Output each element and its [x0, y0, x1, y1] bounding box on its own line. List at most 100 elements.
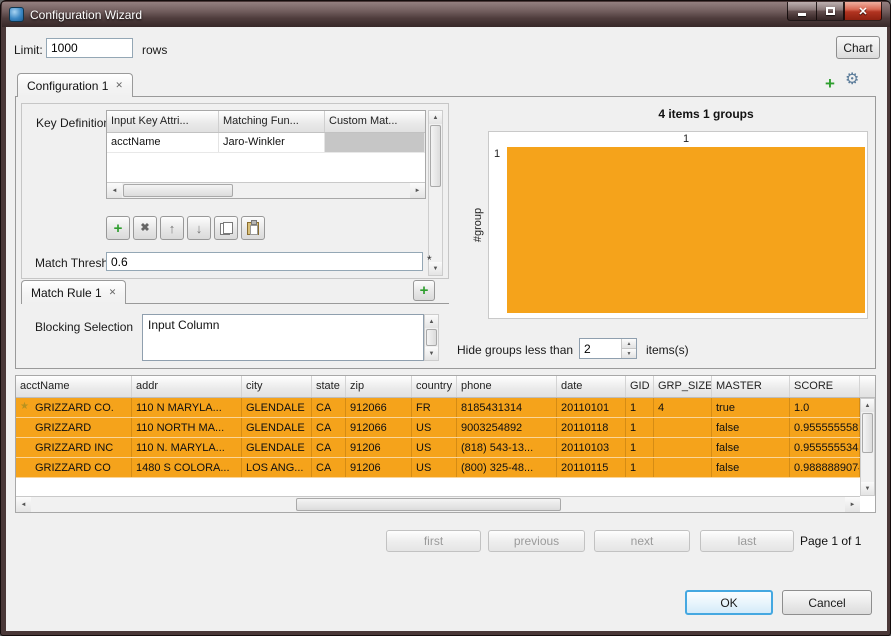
- scroll-right-arrow[interactable]: ►: [410, 183, 425, 198]
- first-page-button[interactable]: first: [386, 530, 481, 552]
- cancel-button[interactable]: Cancel: [782, 590, 872, 615]
- delete-key-button[interactable]: ✖: [133, 216, 157, 240]
- table-cell: 20110118: [557, 418, 626, 437]
- scroll-down-arrow[interactable]: ▼: [425, 347, 438, 360]
- table-cell: ★GRIZZARD CO.: [16, 398, 132, 417]
- scrollbar-thumb[interactable]: [123, 184, 233, 197]
- table-cell: CA: [312, 458, 346, 477]
- scrollbar-track[interactable]: [31, 497, 845, 512]
- column-header-SCORE[interactable]: SCORE: [790, 376, 860, 397]
- scrollbar-track[interactable]: [425, 328, 438, 347]
- blocking-list-item[interactable]: Input Column: [143, 315, 423, 335]
- scroll-up-arrow[interactable]: ▲: [425, 315, 438, 328]
- column-header-city[interactable]: city: [242, 376, 312, 397]
- previous-page-button[interactable]: previous: [488, 530, 585, 552]
- scrollbar-thumb[interactable]: [862, 413, 873, 453]
- table-cell: 110 N. MARYLA...: [132, 438, 242, 457]
- scroll-up-arrow[interactable]: ▲: [861, 399, 874, 412]
- copy-button[interactable]: [214, 216, 238, 240]
- scroll-left-arrow[interactable]: ◄: [107, 183, 122, 198]
- key-cell-attribute: acctName: [107, 133, 219, 152]
- key-table-horizontal-scrollbar[interactable]: ◄ ►: [107, 182, 425, 198]
- column-header-MASTER[interactable]: MASTER: [712, 376, 790, 397]
- hide-groups-suffix: items(s): [646, 343, 689, 357]
- tab-close-icon[interactable]: ✕: [109, 287, 117, 298]
- table-cell: CA: [312, 438, 346, 457]
- table-cell: [654, 438, 712, 457]
- key-area-vertical-scrollbar[interactable]: ▲ ▼: [428, 110, 443, 276]
- table-row[interactable]: GRIZZARD 110 NORTH MA... GLENDALE CA 912…: [16, 418, 875, 438]
- column-header-state[interactable]: state: [312, 376, 346, 397]
- limit-label: Limit:: [14, 43, 43, 57]
- table-cell: GLENDALE: [242, 418, 312, 437]
- group-size-chart: 1 1: [488, 131, 868, 319]
- tab-close-icon[interactable]: ✕: [115, 80, 123, 91]
- table-row[interactable]: ★GRIZZARD CO. 110 N MARYLA... GLENDALE C…: [16, 398, 875, 418]
- key-row[interactable]: acctName Jaro-Winkler: [107, 133, 425, 153]
- minimize-button[interactable]: [787, 2, 816, 21]
- next-page-button[interactable]: next: [594, 530, 690, 552]
- table-cell: GLENDALE: [242, 438, 312, 457]
- key-definition-toolbar: + ✖ ↑ ↓: [106, 216, 265, 240]
- settings-gear-icon[interactable]: ⚙: [845, 72, 859, 88]
- scroll-down-icon: ▼: [429, 351, 435, 357]
- match-threshold-input[interactable]: [106, 252, 423, 271]
- table-cell: 8185431314: [457, 398, 557, 417]
- column-header-date[interactable]: date: [557, 376, 626, 397]
- add-configuration-icon[interactable]: +: [825, 75, 835, 92]
- column-header-GRP_SIZE[interactable]: GRP_SIZE: [654, 376, 712, 397]
- results-horizontal-scrollbar[interactable]: ◄ ►: [16, 496, 860, 512]
- table-cell: 4: [654, 398, 712, 417]
- delete-icon: ✖: [140, 223, 149, 234]
- scrollbar-track[interactable]: [122, 183, 410, 198]
- tab-configuration-1[interactable]: Configuration 1 ✕: [17, 73, 133, 97]
- column-header-acctName[interactable]: acctName: [16, 376, 132, 397]
- limit-input[interactable]: [46, 38, 133, 58]
- scrollbar-track[interactable]: [429, 124, 442, 262]
- table-row[interactable]: GRIZZARD CO 1480 S COLORA... LOS ANG... …: [16, 458, 875, 478]
- spinner-down-icon: ▼: [627, 351, 632, 357]
- maximize-button[interactable]: [816, 2, 844, 21]
- chart-button[interactable]: Chart: [836, 36, 880, 59]
- column-header-country[interactable]: country: [412, 376, 457, 397]
- hide-groups-spinner[interactable]: ▲ ▼: [579, 338, 637, 359]
- move-up-button[interactable]: ↑: [160, 216, 184, 240]
- scroll-right-icon: ►: [850, 502, 856, 508]
- blocking-selection-list[interactable]: Input Column: [142, 314, 424, 361]
- table-row[interactable]: GRIZZARD INC 110 N. MARYLA... GLENDALE C…: [16, 438, 875, 458]
- scroll-right-arrow[interactable]: ►: [845, 497, 860, 512]
- key-column-input-attribute[interactable]: Input Key Attri...: [107, 111, 219, 132]
- title-bar[interactable]: Configuration Wizard ✕: [2, 2, 891, 27]
- move-down-button[interactable]: ↓: [187, 216, 211, 240]
- add-match-rule-button[interactable]: +: [413, 280, 435, 301]
- key-column-custom-matcher[interactable]: Custom Mat...: [325, 111, 425, 132]
- scroll-up-arrow[interactable]: ▲: [429, 111, 442, 124]
- blocking-list-scrollbar[interactable]: ▲ ▼: [424, 314, 439, 361]
- hide-groups-input[interactable]: [580, 339, 621, 358]
- scroll-left-arrow[interactable]: ◄: [16, 497, 31, 512]
- key-column-matching-function[interactable]: Matching Fun...: [219, 111, 325, 132]
- ok-button[interactable]: OK: [685, 590, 773, 615]
- results-vertical-scrollbar[interactable]: ▲ ▼: [860, 398, 875, 496]
- scrollbar-track[interactable]: [861, 412, 874, 482]
- spinner-down-button[interactable]: ▼: [622, 348, 636, 358]
- scroll-down-icon: ▼: [433, 266, 439, 272]
- last-page-button[interactable]: last: [700, 530, 794, 552]
- scrollbar-thumb[interactable]: [426, 329, 437, 346]
- window-close-button[interactable]: ✕: [844, 2, 882, 21]
- add-key-button[interactable]: +: [106, 216, 130, 240]
- scrollbar-thumb[interactable]: [296, 498, 561, 511]
- paste-button[interactable]: [241, 216, 265, 240]
- scrollbar-thumb[interactable]: [430, 125, 441, 187]
- column-header-GID[interactable]: GID: [626, 376, 654, 397]
- tab-match-rule-1[interactable]: Match Rule 1 ✕: [21, 280, 126, 304]
- table-cell: CA: [312, 418, 346, 437]
- spinner-up-button[interactable]: ▲: [622, 339, 636, 348]
- spinner-up-icon: ▲: [627, 341, 632, 347]
- column-header-zip[interactable]: zip: [346, 376, 412, 397]
- column-header-phone[interactable]: phone: [457, 376, 557, 397]
- copy-icon: [220, 222, 233, 235]
- scroll-down-arrow[interactable]: ▼: [861, 482, 874, 495]
- column-header-addr[interactable]: addr: [132, 376, 242, 397]
- table-cell: GRIZZARD: [16, 418, 132, 437]
